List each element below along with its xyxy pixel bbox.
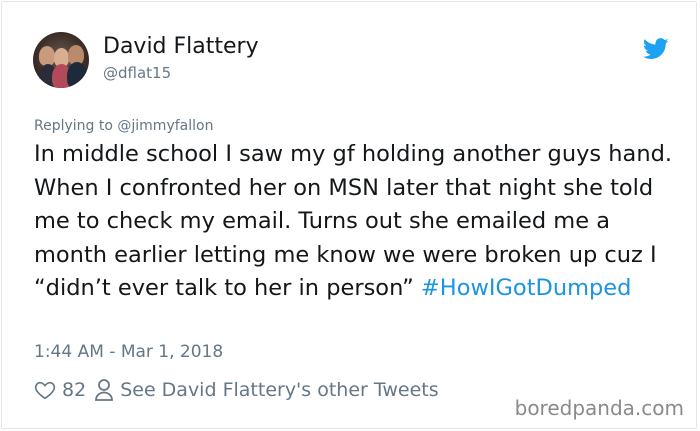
tweet-card: David Flattery @dflat15 Replying to @jim…	[1, 1, 697, 429]
author-handle[interactable]: @dflat15	[103, 64, 171, 82]
replying-prefix: Replying to	[34, 118, 118, 134]
twitter-bird-icon[interactable]	[643, 38, 669, 60]
heart-icon	[34, 381, 56, 400]
reply-mention-link[interactable]: @jimmyfallon	[117, 118, 213, 134]
tweet-actions: 82 See David Flattery's other Tweets	[34, 376, 439, 404]
other-tweets-label: See David Flattery's other Tweets	[120, 379, 439, 401]
like-button[interactable]: 82	[34, 379, 86, 401]
tweet-timestamp[interactable]: 1:44 AM - Mar 1, 2018	[34, 342, 223, 362]
person-icon	[95, 379, 114, 401]
like-count: 82	[62, 379, 87, 401]
replying-to: Replying to @jimmyfallon	[34, 118, 213, 134]
author-name[interactable]: David Flattery	[103, 34, 259, 59]
watermark: boredpanda.com	[514, 396, 684, 420]
tweet-body: In middle school I saw my gf holding ano…	[34, 138, 684, 306]
avatar[interactable]	[33, 32, 89, 88]
hashtag-link[interactable]: #HowIGotDumped	[421, 275, 632, 301]
other-tweets-link[interactable]: See David Flattery's other Tweets	[94, 378, 439, 402]
